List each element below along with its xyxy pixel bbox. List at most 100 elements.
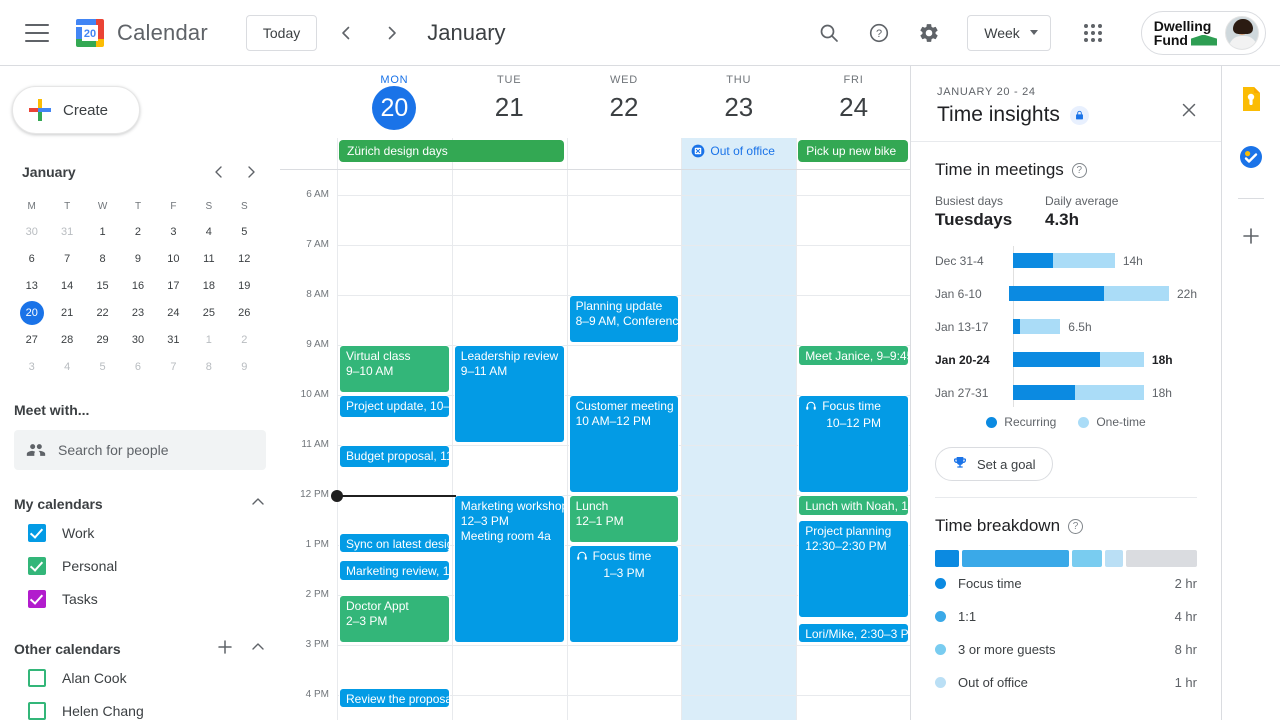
mini-calendar-day[interactable]: 22 [85,300,120,326]
mini-calendar-day[interactable]: 18 [191,273,226,299]
day-header-wed[interactable]: WED 22 [567,66,682,138]
mini-calendar-day[interactable]: 24 [156,300,191,326]
day-header-number[interactable]: 22 [567,89,682,125]
calendar-event[interactable]: Project planning 12:30–2:30 PM [798,520,909,618]
mini-calendar-day[interactable]: 28 [49,327,84,353]
my-calendar-checkbox[interactable] [28,589,46,608]
calendar-event[interactable]: Budget proposal, 11–11:30 AM [339,445,450,468]
other-calendar-row[interactable]: Alan Cook [14,661,266,694]
avatar[interactable] [1225,15,1259,50]
apps-grid-icon[interactable] [1073,13,1113,53]
mini-calendar-day[interactable]: 9 [227,354,262,380]
day-header-tue[interactable]: TUE 21 [452,66,567,138]
mini-calendar-day[interactable]: 1 [191,327,226,353]
mini-calendar-day[interactable]: 8 [191,354,226,380]
mini-calendar-day[interactable]: 12 [227,246,262,272]
gear-icon[interactable] [909,13,949,53]
mini-calendar-grid[interactable]: M T W T F S S 30 31 1 2 3 4 5 6 7 8 9 10 11 12 13 14 15 16 17 18 19… [14,196,262,380]
time-grid-scroll[interactable]: 6 AM 7 AM 8 AM 9 AM 10 AM 11 AM 12 PM 1 PM 2 PM 3… [280,170,910,720]
mini-calendar-day[interactable]: 30 [120,327,155,353]
set-a-goal-button[interactable]: Set a goal [935,447,1053,481]
day-header-number[interactable]: 21 [452,89,567,125]
mini-calendar-day[interactable]: 26 [227,300,262,326]
day-header-fri[interactable]: FRI 24 [796,66,910,138]
mini-calendar-next-button[interactable] [240,161,262,183]
mini-calendar-day[interactable]: 3 [14,354,49,380]
all-day-event[interactable]: Out of office [683,140,794,162]
mini-calendar-day[interactable]: 5 [227,219,262,245]
mini-calendar-day[interactable]: 30 [14,219,49,245]
next-period-button[interactable] [375,16,409,50]
mini-calendar-day[interactable]: 6 [120,354,155,380]
mini-calendar-day[interactable]: 1 [85,219,120,245]
mini-calendar-day[interactable]: 27 [14,327,49,353]
calendar-event[interactable]: Sync on latest designs, 12:45 PM [339,532,450,553]
mini-calendar-day[interactable]: 21 [49,300,84,326]
calendar-event[interactable]: Marketing review, 1:15 PM [339,560,450,581]
mini-calendar-day[interactable]: 5 [85,354,120,380]
mini-calendar-day[interactable]: 2 [120,219,155,245]
mini-calendar-day[interactable]: 29 [85,327,120,353]
google-keep-icon[interactable] [1234,82,1268,116]
calendar-event[interactable]: Leadership review 9–11 AM [453,345,565,443]
calendar-event[interactable]: Review the proposal, 4 PM [339,687,450,708]
other-calendar-checkbox[interactable] [28,668,46,687]
all-day-event[interactable]: Pick up new bike [798,140,908,162]
my-calendar-checkbox[interactable] [28,523,46,542]
main-menu-icon[interactable] [25,23,49,42]
mini-calendar-day[interactable]: 7 [156,354,191,380]
calendar-event[interactable]: Lunch with Noah, 12 PM [798,495,909,516]
close-icon[interactable] [1175,96,1203,124]
add-app-plus-icon[interactable] [1234,219,1268,253]
mini-calendar-day[interactable]: 31 [156,327,191,353]
mini-calendar-day[interactable]: 14 [49,273,84,299]
mini-calendar-day[interactable]: 20 [19,301,44,325]
my-calendar-checkbox[interactable] [28,556,46,575]
all-day-event[interactable]: Zürich design days [339,140,564,162]
other-calendar-row[interactable]: Helen Chang [14,694,266,720]
day-header-mon[interactable]: MON 20 [337,66,452,138]
event-columns[interactable]: Virtual class9–10 AM Project update, 10–1… [331,170,910,720]
mini-calendar-day[interactable]: 23 [120,300,155,326]
help-icon[interactable]: ? [859,13,899,53]
calendar-event[interactable]: Focus time 10–12 PM [798,395,909,493]
mini-calendar-day[interactable]: 7 [49,246,84,272]
my-calendar-row[interactable]: Work [14,516,266,549]
create-button[interactable]: Create [12,86,140,134]
calendar-event[interactable]: Marketing workshop 12–3 PM Meeting room 4a [453,495,565,643]
day-header-number[interactable]: 20 [372,86,417,130]
mini-calendar-day[interactable]: 11 [191,246,226,272]
view-selector[interactable]: Week [967,14,1051,51]
mini-calendar-day[interactable]: 10 [156,246,191,272]
other-calendar-checkbox[interactable] [28,701,46,720]
calendar-event[interactable]: Lori/Mike, 2:30–3 PM [798,622,909,643]
account-chip[interactable]: Dwelling Fund [1140,10,1266,55]
my-calendar-row[interactable]: Tasks [14,582,266,615]
help-circle-icon[interactable]: ? [1071,162,1087,178]
my-calendars-collapse-icon[interactable] [250,494,266,515]
mini-calendar-day[interactable]: 13 [14,273,49,299]
mini-calendar-day[interactable]: 31 [49,219,84,245]
mini-calendar-day[interactable]: 25 [191,300,226,326]
mini-calendar-day[interactable]: 4 [49,354,84,380]
calendar-event[interactable]: Virtual class 9–10 AM [339,345,450,393]
mini-calendar-day[interactable]: 15 [85,273,120,299]
calendar-event[interactable]: Customer meeting 10 AM–12 PM [568,395,680,493]
calendar-event[interactable]: Planning update 8–9 AM, Conference [568,295,680,343]
people-search[interactable] [14,430,266,470]
calendar-event[interactable]: Project update, 10–10:30 AM [339,395,450,418]
my-calendar-row[interactable]: Personal [14,549,266,582]
day-header-number[interactable]: 24 [796,89,910,125]
calendar-event[interactable]: Focus time 1–3 PM [568,545,680,643]
google-tasks-icon[interactable] [1234,140,1268,174]
mini-calendar-day[interactable]: 16 [120,273,155,299]
calendar-event[interactable]: Lunch 12–1 PM [568,495,680,543]
add-other-calendar-icon[interactable] [216,638,234,661]
search-people-input[interactable] [58,442,228,458]
today-button[interactable]: Today [245,14,318,51]
calendar-event[interactable]: Meet Janice, 9–9:45 AM [798,345,909,366]
mini-calendar-day[interactable]: 9 [120,246,155,272]
mini-calendar-day[interactable]: 19 [227,273,262,299]
day-header-number[interactable]: 23 [681,89,796,125]
previous-period-button[interactable] [329,16,363,50]
